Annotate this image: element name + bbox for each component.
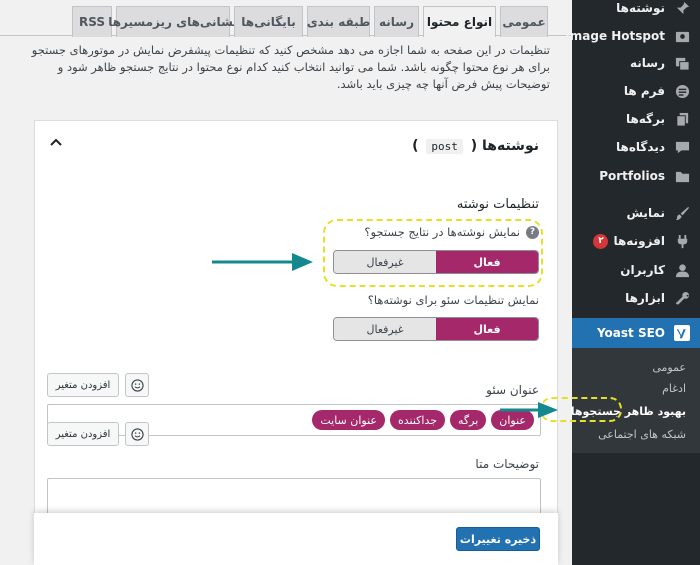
sidebar-item-appearance[interactable]: نمایش — [572, 198, 700, 228]
sidebar-item-forms[interactable]: فرم ها — [572, 76, 700, 106]
sidebar-item-label: نمایش — [626, 206, 665, 220]
sidebar-item-media[interactable]: رسانه — [572, 48, 700, 78]
seo-settings-toggle[interactable]: فعال غیرفعال — [333, 317, 539, 341]
sidebar-item-label: کاربران — [620, 263, 665, 277]
pin-icon — [674, 0, 690, 16]
annotation-arrow-icon — [500, 402, 558, 418]
seo-title-input[interactable]: عنوان برگه جداکننده عنوان سایت — [47, 404, 541, 436]
sidebar-item-label: Yoast SEO — [596, 326, 665, 340]
snippet-variable-pill[interactable]: برگه — [450, 410, 487, 430]
user-icon — [674, 262, 690, 278]
tab-media[interactable]: رسانه — [374, 6, 419, 37]
sidebar-item-label: رسانه — [630, 56, 665, 70]
tab-breadcrumbs[interactable]: نشانی‌های ریزمسیرها — [108, 6, 238, 37]
intro-text: تنظیمات در این صفحه به شما اجازه می دهد … — [31, 43, 550, 91]
submenu-social[interactable]: شبکه های اجتماعی — [572, 423, 700, 445]
sidebar-item-label: نوشته‌ها — [616, 1, 665, 15]
card-title-text: نوشته‌ها — [482, 138, 539, 154]
post-type-card: نوشته‌ها ( post ) تنظیمات نوشته ? نمایش … — [34, 120, 558, 565]
sidebar-item-label: ابزارها — [625, 291, 665, 305]
smiley-icon — [130, 378, 144, 392]
snippet-variable-pill[interactable]: جداکننده — [389, 410, 446, 430]
post-slug: post — [426, 139, 463, 154]
tab-bar: RSS نشانی‌های ریزمسیرها بایگانی‌ها طبقه … — [0, 0, 572, 37]
media-icon — [674, 55, 690, 71]
wrench-icon — [674, 290, 690, 306]
tab-content-types[interactable]: انواع محتوا — [423, 6, 496, 37]
comment-icon — [674, 139, 690, 155]
smiley-icon — [130, 427, 144, 441]
toggle-on-option[interactable]: فعال — [436, 318, 538, 340]
snippet-variable-pill[interactable]: عنوان سایت — [312, 410, 385, 430]
update-count-badge: ۲ — [593, 233, 609, 249]
image-icon — [674, 28, 690, 44]
brush-icon — [674, 205, 690, 221]
submenu-general[interactable]: عمومی — [572, 356, 700, 378]
plugin-icon — [674, 233, 690, 249]
meta-description-input[interactable] — [47, 478, 541, 518]
sidebar-item-label: Portfolios — [599, 169, 665, 183]
sidebar-item-label: Image Hotspot — [565, 29, 665, 43]
tab-archives[interactable]: بایگانی‌ها — [234, 6, 303, 37]
chevron-up-icon[interactable] — [49, 135, 63, 149]
submenu-integrations[interactable]: ادغام — [572, 377, 700, 399]
question-seo-settings-text: نمایش تنظیمات سئو برای نوشته‌ها؟ — [367, 293, 539, 307]
question-seo-settings: نمایش تنظیمات سئو برای نوشته‌ها؟ — [368, 293, 539, 307]
sidebar-item-label: برگه‌ها — [625, 112, 665, 126]
sidebar-item-label: فرم ها — [623, 84, 665, 98]
meta-desc-label: توضیحات متا — [475, 457, 539, 471]
sidebar-item-yoast-seo[interactable]: Yoast SEO — [572, 318, 700, 348]
sidebar-item-comments[interactable]: دیدگاه‌ها — [572, 132, 700, 162]
form-icon — [674, 83, 690, 99]
page-icon — [674, 111, 690, 127]
folder-icon — [674, 168, 690, 184]
sidebar-item-pages[interactable]: برگه‌ها — [572, 104, 700, 134]
sidebar-item-tools[interactable]: ابزارها — [572, 283, 700, 313]
add-variable-button[interactable]: افزودن متغیر — [47, 422, 119, 446]
admin-sidebar: نوشته‌ها Image Hotspot رسانه فرم ها برگه… — [565, 0, 700, 565]
section-title: تنظیمات نوشته — [456, 197, 539, 212]
sidebar-item-plugins[interactable]: افزونه‌ها ۲ — [572, 226, 700, 256]
sidebar-item-label: افزونه‌ها — [613, 234, 665, 248]
sidebar-item-posts[interactable]: نوشته‌ها — [572, 0, 700, 23]
tab-rss[interactable]: RSS — [72, 6, 112, 37]
add-variable-button[interactable]: افزودن متغیر — [47, 373, 119, 397]
emoji-button[interactable] — [125, 373, 149, 397]
sidebar-item-label: دیدگاه‌ها — [616, 140, 665, 154]
tab-taxonomies[interactable]: طبقه بندی — [307, 6, 370, 37]
card-title: نوشته‌ها ( post ) — [412, 138, 539, 154]
highlight-box — [323, 219, 543, 287]
tab-general[interactable]: عمومی — [500, 6, 548, 37]
emoji-button[interactable] — [125, 422, 149, 446]
sidebar-item-users[interactable]: کاربران — [572, 255, 700, 285]
save-bar: ذخیره تغییرات — [34, 513, 558, 565]
annotation-arrow-icon — [212, 253, 313, 271]
sidebar-item-portfolios[interactable]: Portfolios — [572, 161, 700, 191]
sidebar-item-image-hotspot[interactable]: Image Hotspot — [565, 21, 700, 51]
toggle-off-option[interactable]: غیرفعال — [334, 318, 436, 340]
yoast-icon — [674, 325, 690, 341]
seo-title-label: عنوان سئو — [486, 383, 539, 397]
save-changes-button[interactable]: ذخیره تغییرات — [456, 527, 540, 551]
